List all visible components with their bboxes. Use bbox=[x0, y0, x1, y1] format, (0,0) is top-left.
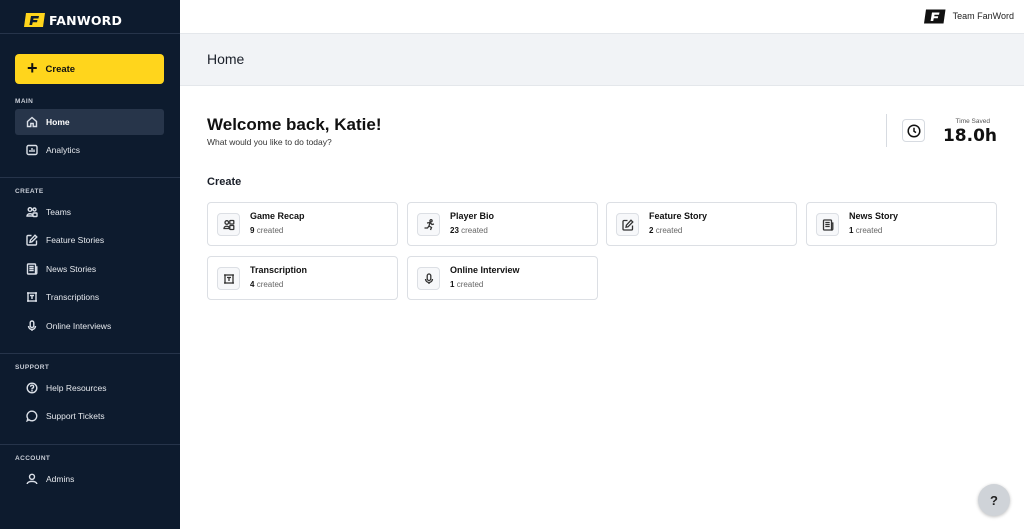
fanword-logo-icon bbox=[24, 13, 45, 27]
card-title: Feature Story bbox=[649, 211, 708, 221]
runner-icon bbox=[417, 213, 440, 236]
teams-icon bbox=[26, 206, 38, 218]
create-card-player-bio[interactable]: Player Bio 23 created bbox=[407, 202, 598, 246]
sidebar-item-label: Support Tickets bbox=[46, 411, 105, 421]
sidebar: FANWORD + Create MAIN Home Analytics CRE… bbox=[0, 0, 180, 529]
transcription-icon bbox=[26, 291, 38, 303]
microphone-icon bbox=[417, 267, 440, 290]
card-title: News Story bbox=[849, 211, 899, 221]
team-name: Team FanWord bbox=[952, 11, 1014, 21]
welcome-heading: Welcome back, Katie! bbox=[207, 115, 382, 134]
time-saved-value: 18.0h bbox=[942, 126, 997, 146]
card-count: 9 created bbox=[250, 226, 284, 235]
sidebar-item-online-interviews[interactable]: Online Interviews bbox=[15, 313, 164, 339]
create-card-transcription[interactable]: Transcription 4 created bbox=[207, 256, 398, 300]
pencil-square-icon bbox=[26, 234, 38, 246]
create-card-game-recap[interactable]: Game Recap 9 created bbox=[207, 202, 398, 246]
card-count: 1 created bbox=[849, 226, 883, 235]
brand-name: FANWORD bbox=[49, 12, 123, 28]
sidebar-item-analytics[interactable]: Analytics bbox=[15, 137, 164, 163]
chat-bubble-icon bbox=[26, 410, 38, 422]
create-card-online-interview[interactable]: Online Interview 1 created bbox=[407, 256, 598, 300]
newspaper-icon bbox=[26, 263, 38, 275]
sidebar-divider bbox=[0, 33, 180, 34]
card-title: Game Recap bbox=[250, 211, 305, 221]
sidebar-item-label: Home bbox=[46, 117, 70, 127]
sidebar-item-home[interactable]: Home bbox=[15, 109, 164, 135]
sidebar-item-admins[interactable]: Admins bbox=[15, 466, 164, 492]
team-logo-icon bbox=[923, 9, 946, 23]
sidebar-item-news-stories[interactable]: News Stories bbox=[15, 256, 164, 282]
sidebar-item-label: Online Interviews bbox=[46, 321, 112, 331]
page-title: Home bbox=[207, 51, 245, 67]
analytics-icon bbox=[26, 144, 38, 156]
card-count: 23 created bbox=[450, 226, 488, 235]
home-icon bbox=[26, 116, 38, 128]
section-title-create: CREATE bbox=[15, 188, 44, 195]
sidebar-item-label: News Stories bbox=[46, 264, 97, 274]
section-title-main: MAIN bbox=[15, 98, 34, 105]
card-title: Transcription bbox=[250, 265, 308, 275]
sidebar-item-teams[interactable]: Teams bbox=[15, 199, 164, 225]
sidebar-divider bbox=[0, 353, 180, 354]
fanword-logo[interactable]: FANWORD bbox=[24, 11, 122, 29]
create-button-label: Create bbox=[45, 63, 76, 75]
pencil-square-icon bbox=[616, 213, 639, 236]
sidebar-item-label: Teams bbox=[46, 207, 72, 217]
create-section-title: Create bbox=[207, 176, 242, 188]
time-saved-divider bbox=[886, 114, 887, 147]
section-title-support: SUPPORT bbox=[15, 364, 50, 371]
sidebar-item-transcriptions[interactable]: Transcriptions bbox=[15, 284, 164, 310]
clock-icon bbox=[902, 119, 925, 142]
newspaper-icon bbox=[816, 213, 839, 236]
card-count: 1 created bbox=[450, 280, 484, 289]
card-title: Player Bio bbox=[450, 211, 495, 221]
game-recap-icon bbox=[217, 213, 240, 236]
sidebar-item-feature-stories[interactable]: Feature Stories bbox=[15, 227, 164, 253]
user-icon bbox=[26, 473, 38, 485]
sidebar-item-label: Admins bbox=[46, 474, 75, 484]
help-circle-icon bbox=[26, 382, 38, 394]
create-card-feature-story[interactable]: Feature Story 2 created bbox=[606, 202, 797, 246]
card-count: 4 created bbox=[250, 280, 284, 289]
sidebar-item-label: Transcriptions bbox=[46, 292, 100, 302]
create-card-news-story[interactable]: News Story 1 created bbox=[806, 202, 997, 246]
sidebar-divider bbox=[0, 177, 180, 178]
sidebar-item-help-resources[interactable]: Help Resources bbox=[15, 375, 164, 401]
sidebar-item-label: Help Resources bbox=[46, 383, 107, 393]
card-count: 2 created bbox=[649, 226, 683, 235]
help-button[interactable]: ? bbox=[978, 484, 1010, 516]
create-button[interactable]: + Create bbox=[15, 54, 164, 84]
sidebar-item-label: Analytics bbox=[46, 145, 81, 155]
time-saved-label: Time Saved bbox=[955, 118, 990, 125]
team-switcher[interactable]: Team FanWord bbox=[923, 8, 1014, 24]
welcome-subtitle: What would you like to do today? bbox=[207, 137, 332, 147]
transcription-icon bbox=[217, 267, 240, 290]
page-header: Home bbox=[180, 34, 1024, 86]
microphone-icon bbox=[26, 320, 38, 332]
plus-icon: + bbox=[27, 58, 38, 78]
sidebar-item-support-tickets[interactable]: Support Tickets bbox=[15, 403, 164, 429]
sidebar-divider bbox=[0, 444, 180, 445]
card-title: Online Interview bbox=[450, 265, 520, 275]
top-bar: Team FanWord bbox=[180, 0, 1024, 34]
sidebar-item-label: Feature Stories bbox=[46, 235, 105, 245]
section-title-account: ACCOUNT bbox=[15, 455, 51, 462]
